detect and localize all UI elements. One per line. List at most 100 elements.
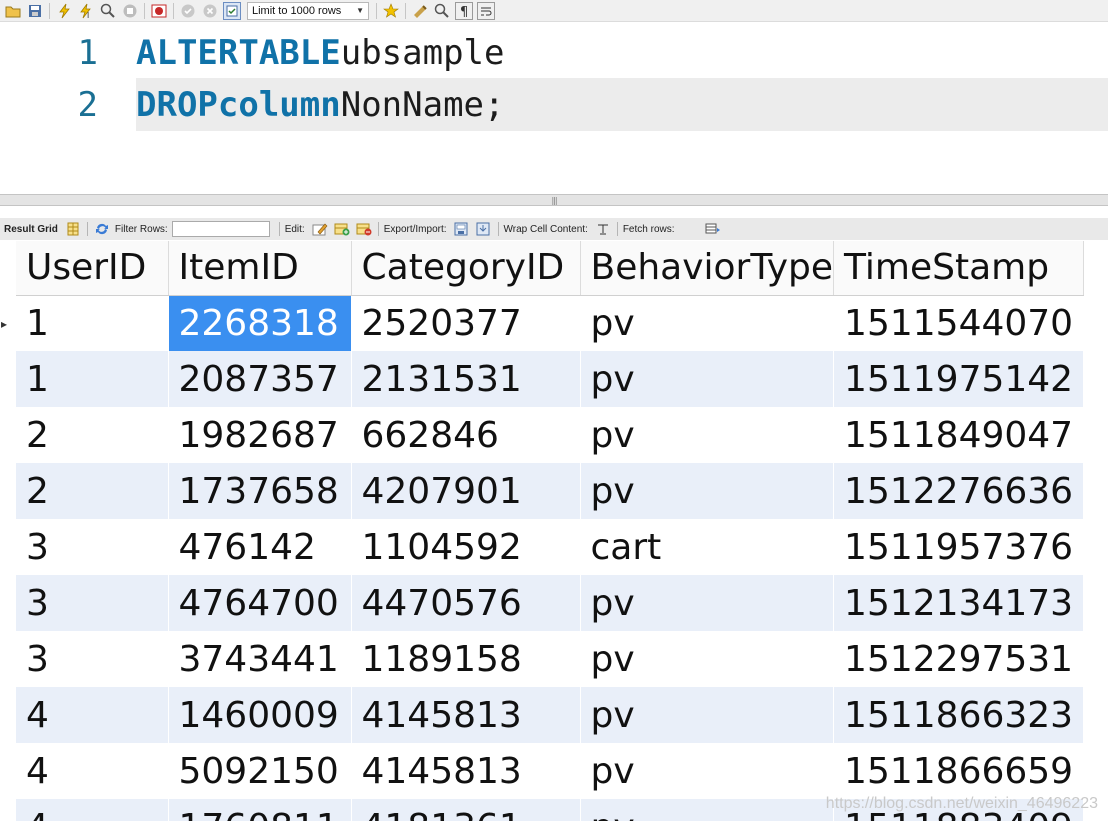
cell-userid[interactable]: 4: [16, 743, 169, 799]
cell-categoryid[interactable]: 4181361: [351, 799, 581, 821]
cell-timestamp[interactable]: 1511866323: [833, 687, 1085, 743]
fetch-rows-icon[interactable]: [705, 221, 721, 237]
cell-categoryid[interactable]: 4470576: [351, 575, 581, 631]
cell-timestamp[interactable]: 1511849047: [833, 407, 1085, 463]
cell-userid[interactable]: 3: [16, 519, 169, 575]
cell-behaviortype[interactable]: pv: [580, 463, 835, 519]
cell-categoryid[interactable]: 2131531: [351, 351, 581, 407]
cell-itemid[interactable]: 1760811: [168, 799, 352, 821]
stop-icon[interactable]: [121, 2, 139, 20]
editor-line[interactable]: 1 ALTER TABLE ubsample: [0, 26, 1108, 79]
cell-behaviortype[interactable]: pv: [580, 631, 835, 687]
table-row[interactable]: 4 5092150 4145813 pv 1511866659: [16, 743, 1085, 799]
cell-itemid[interactable]: 1737658: [168, 463, 352, 519]
cell-categoryid[interactable]: 1104592: [351, 519, 581, 575]
rollback-icon[interactable]: [201, 2, 219, 20]
word-wrap-icon[interactable]: [477, 1, 495, 20]
filter-rows-input[interactable]: [171, 221, 270, 237]
table-row[interactable]: 3 4764700 4470576 pv 1512134173: [16, 575, 1085, 631]
delete-row-icon[interactable]: [356, 221, 372, 237]
panel-splitter[interactable]: |||: [0, 194, 1108, 206]
cell-userid[interactable]: 4: [16, 687, 169, 743]
cell-categoryid[interactable]: 2520377: [351, 295, 581, 351]
explain-icon[interactable]: [99, 2, 117, 20]
cell-timestamp[interactable]: 1511544070: [833, 295, 1085, 351]
cell-timestamp[interactable]: 1512276636: [833, 463, 1085, 519]
save-icon[interactable]: [26, 2, 44, 20]
execute-icon[interactable]: [55, 2, 73, 20]
cell-userid[interactable]: 1: [16, 295, 169, 351]
cell-behaviortype[interactable]: pv: [580, 575, 835, 631]
column-header-itemid[interactable]: ItemID: [168, 241, 352, 296]
table-row[interactable]: 1 2268318 2520377 pv 1511544070: [16, 295, 1085, 351]
add-row-icon[interactable]: [334, 221, 350, 237]
table-row[interactable]: 4 1460009 4145813 pv 1511866323: [16, 687, 1085, 743]
cell-categoryid[interactable]: 4145813: [351, 743, 581, 799]
line-number: 1: [77, 32, 98, 73]
cell-behaviortype[interactable]: pv: [580, 687, 835, 743]
cell-itemid[interactable]: 2087357: [168, 351, 352, 407]
column-header-behaviortype[interactable]: BehaviorType: [580, 241, 835, 296]
import-icon[interactable]: [476, 221, 492, 237]
cell-behaviortype[interactable]: cart: [580, 519, 835, 575]
edit-row-icon[interactable]: [312, 221, 328, 237]
cell-categoryid[interactable]: 4145813: [351, 687, 581, 743]
cell-itemid[interactable]: 476142: [168, 519, 352, 575]
cell-behaviortype[interactable]: pv: [580, 351, 835, 407]
cell-itemid[interactable]: 1460009: [168, 687, 352, 743]
execute-current-icon[interactable]: I: [77, 2, 95, 20]
cell-itemid[interactable]: 2268318: [168, 295, 352, 351]
cell-timestamp[interactable]: 1511866659: [833, 743, 1085, 799]
cell-behaviortype[interactable]: pv: [580, 295, 835, 351]
stop-on-error-icon[interactable]: [150, 2, 168, 20]
table-row[interactable]: 3 3743441 1189158 pv 1512297531: [16, 631, 1085, 687]
cell-categoryid[interactable]: 662846: [351, 407, 581, 463]
cell-userid[interactable]: 3: [16, 631, 169, 687]
commit-icon[interactable]: [179, 2, 197, 20]
autocommit-toggle-icon[interactable]: [223, 1, 241, 20]
table-row[interactable]: 3 476142 1104592 cart 1511957376: [16, 519, 1085, 575]
cell-behaviortype[interactable]: pv: [580, 407, 835, 463]
export-icon[interactable]: [454, 221, 470, 237]
cell-behaviortype[interactable]: pv: [580, 799, 835, 821]
cell-itemid[interactable]: 1982687: [168, 407, 352, 463]
column-header-timestamp[interactable]: TimeStamp: [833, 241, 1085, 296]
wrap-cell-icon[interactable]: [595, 221, 611, 237]
cell-timestamp[interactable]: 1512297531: [833, 631, 1085, 687]
cell-timestamp[interactable]: 1511957376: [833, 519, 1085, 575]
result-grid[interactable]: ▸ UserID ItemID CategoryID BehaviorType …: [0, 241, 1108, 821]
column-header-userid[interactable]: UserID: [16, 241, 169, 296]
cell-userid[interactable]: 3: [16, 575, 169, 631]
cell-userid[interactable]: 2: [16, 463, 169, 519]
table-row[interactable]: 2 1982687 662846 pv 1511849047: [16, 407, 1085, 463]
limit-rows-select[interactable]: Limit to 1000 rows ▼: [247, 1, 369, 20]
cell-userid[interactable]: 4: [16, 799, 169, 821]
cell-timestamp[interactable]: 1511975142: [833, 351, 1085, 407]
beautify-icon[interactable]: [411, 2, 429, 20]
table-row[interactable]: 1 2087357 2131531 pv 1511975142: [16, 351, 1085, 407]
editor-line[interactable]: 2 DROP column NonName;: [0, 78, 1108, 131]
cell-timestamp[interactable]: 1512134173: [833, 575, 1085, 631]
cell-itemid[interactable]: 3743441: [168, 631, 352, 687]
column-header-categoryid[interactable]: CategoryID: [351, 241, 581, 296]
result-grid-tab[interactable]: Result Grid: [4, 224, 58, 235]
toolbar-divider: [173, 2, 174, 19]
cell-userid[interactable]: 2: [16, 407, 169, 463]
cell-itemid[interactable]: 5092150: [168, 743, 352, 799]
refresh-icon[interactable]: [94, 221, 110, 237]
find-replace-icon[interactable]: [433, 2, 451, 20]
splitter-grip-icon[interactable]: |||: [551, 196, 557, 205]
code-line-current[interactable]: DROP column NonName;: [136, 78, 1108, 131]
cell-userid[interactable]: 1: [16, 351, 169, 407]
cell-categoryid[interactable]: 4207901: [351, 463, 581, 519]
add-snippet-icon[interactable]: [382, 2, 400, 20]
invisible-chars-icon[interactable]: ¶: [455, 1, 473, 20]
table-row[interactable]: 2 1737658 4207901 pv 1512276636: [16, 463, 1085, 519]
grid-view-icon[interactable]: [65, 221, 81, 237]
cell-categoryid[interactable]: 1189158: [351, 631, 581, 687]
cell-behaviortype[interactable]: pv: [580, 743, 835, 799]
sql-editor[interactable]: 1 ALTER TABLE ubsample 2 DROP column Non…: [0, 22, 1108, 194]
cell-itemid[interactable]: 4764700: [168, 575, 352, 631]
code-line[interactable]: ALTER TABLE ubsample: [136, 26, 1108, 79]
open-file-icon[interactable]: [4, 2, 22, 20]
